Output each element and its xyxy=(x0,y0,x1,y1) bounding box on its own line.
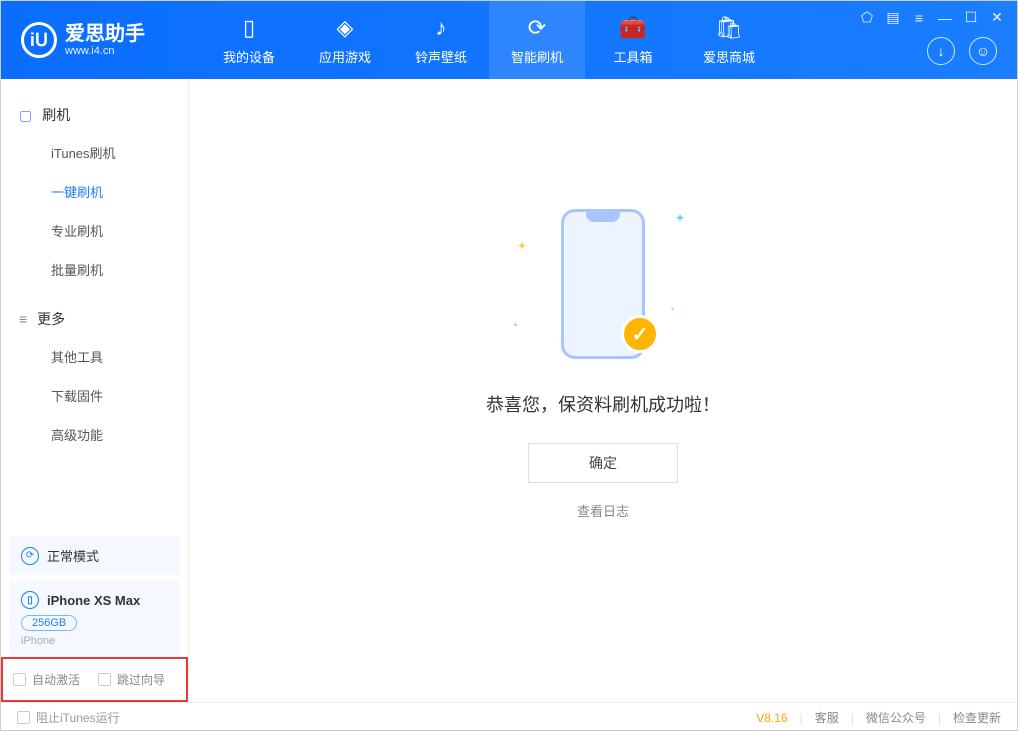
phone-icon: ▢ xyxy=(19,107,32,124)
menu-icon[interactable]: ≡ xyxy=(911,10,927,26)
footer-link-support[interactable]: 客服 xyxy=(815,709,839,726)
music-icon: ♪ xyxy=(436,15,447,41)
section-title: 更多 xyxy=(37,309,65,329)
view-log-link[interactable]: 查看日志 xyxy=(577,501,629,520)
tab-label: 我的设备 xyxy=(223,47,275,66)
sparkle-icon: ✦ xyxy=(513,322,518,329)
device-icon: ▯ xyxy=(243,15,255,41)
maximize-icon[interactable]: ☐ xyxy=(963,9,979,26)
cube-icon: ◈ xyxy=(337,15,354,41)
sidebar: ▢ 刷机 iTunes刷机 一键刷机 专业刷机 批量刷机 ≡ 更多 其他工具 下… xyxy=(1,79,189,702)
bag-icon: 🛍 xyxy=(715,15,743,41)
device-type: iPhone xyxy=(21,635,168,647)
sparkle-icon: ✦ xyxy=(517,239,527,253)
toolbox-icon: 🧰 xyxy=(619,15,646,41)
sidebar-bottom: ⟳ 正常模式 ▯ iPhone XS Max 256GB iPhone 自动激活 xyxy=(1,530,188,702)
sidebar-item-itunes-flash[interactable]: iTunes刷机 xyxy=(1,133,188,172)
checkbox-auto-activate[interactable]: 自动激活 xyxy=(13,671,80,688)
checkbox-label: 自动激活 xyxy=(32,671,80,688)
sidebar-item-batch-flash[interactable]: 批量刷机 xyxy=(1,250,188,289)
check-badge-icon: ✓ xyxy=(621,315,659,353)
main-content: ✓ ✦ ✦ ✦ ✦ 恭喜您，保资料刷机成功啦！ 确定 查看日志 xyxy=(189,79,1017,702)
checkbox-icon xyxy=(17,711,30,724)
checkbox-label: 跳过向导 xyxy=(117,671,165,688)
sidebar-item-download-firmware[interactable]: 下载固件 xyxy=(1,376,188,415)
footer-left-label: 阻止iTunes运行 xyxy=(36,709,120,726)
app-body: ▢ 刷机 iTunes刷机 一键刷机 专业刷机 批量刷机 ≡ 更多 其他工具 下… xyxy=(1,79,1017,702)
mode-icon: ⟳ xyxy=(21,547,39,565)
sidebar-item-oneclick-flash[interactable]: 一键刷机 xyxy=(1,172,188,211)
sparkle-icon: ✦ xyxy=(675,211,685,225)
footer-right: V8.16 | 客服 | 微信公众号 | 检查更新 xyxy=(756,709,1001,726)
window-controls: ⬠ ▤ ≡ — ☐ ✕ xyxy=(859,9,1005,26)
minimize-icon[interactable]: — xyxy=(937,10,953,26)
tab-label: 工具箱 xyxy=(613,47,652,66)
ok-button[interactable]: 确定 xyxy=(528,443,678,483)
sparkle-icon: ✦ xyxy=(670,306,675,313)
mode-label: 正常模式 xyxy=(47,546,99,565)
tab-smart-flash[interactable]: ⟳ 智能刷机 xyxy=(489,1,585,79)
highlighted-options-box: 自动激活 跳过向导 xyxy=(1,657,188,702)
notebook-icon[interactable]: ▤ xyxy=(885,9,901,26)
checkbox-block-itunes[interactable]: 阻止iTunes运行 xyxy=(17,709,120,726)
tab-toolbox[interactable]: 🧰 工具箱 xyxy=(585,1,681,79)
list-icon: ≡ xyxy=(19,311,27,327)
footer: 阻止iTunes运行 V8.16 | 客服 | 微信公众号 | 检查更新 xyxy=(1,702,1017,732)
logo-area: iꓴ 爱思助手 www.i4.cn xyxy=(1,22,201,58)
section-title: 刷机 xyxy=(42,105,70,125)
app-url: www.i4.cn xyxy=(65,45,145,57)
user-button[interactable]: ☺ xyxy=(969,37,997,65)
version-label: V8.16 xyxy=(756,711,787,725)
app-header: iꓴ 爱思助手 www.i4.cn ▯ 我的设备 ◈ 应用游戏 ♪ 铃声壁纸 ⟳ 智能刷… xyxy=(1,1,1017,79)
section-more[interactable]: ≡ 更多 xyxy=(1,301,188,337)
checkbox-icon xyxy=(13,673,26,686)
sidebar-item-pro-flash[interactable]: 专业刷机 xyxy=(1,211,188,250)
shirt-icon[interactable]: ⬠ xyxy=(859,9,875,26)
tab-label: 智能刷机 xyxy=(511,47,563,66)
tab-my-device[interactable]: ▯ 我的设备 xyxy=(201,1,297,79)
app-logo-icon: iꓴ xyxy=(21,22,57,58)
capacity-pill: 256GB xyxy=(21,615,77,631)
success-illustration: ✓ ✦ ✦ ✦ ✦ xyxy=(543,201,663,371)
main-nav-tabs: ▯ 我的设备 ◈ 应用游戏 ♪ 铃声壁纸 ⟳ 智能刷机 🧰 工具箱 🛍 爱思商城 xyxy=(201,1,777,79)
tab-label: 应用游戏 xyxy=(319,47,371,66)
device-box[interactable]: ▯ iPhone XS Max 256GB iPhone xyxy=(9,581,180,657)
header-actions: ↓ ☺ xyxy=(927,37,997,65)
tab-ringtone-wallpaper[interactable]: ♪ 铃声壁纸 xyxy=(393,1,489,79)
checkbox-icon xyxy=(98,673,111,686)
tab-label: 爱思商城 xyxy=(703,47,755,66)
download-button[interactable]: ↓ xyxy=(927,37,955,65)
mode-box[interactable]: ⟳ 正常模式 xyxy=(9,536,180,575)
tab-apps-games[interactable]: ◈ 应用游戏 xyxy=(297,1,393,79)
sidebar-item-advanced[interactable]: 高级功能 xyxy=(1,415,188,454)
tab-store[interactable]: 🛍 爱思商城 xyxy=(681,1,777,79)
refresh-icon: ⟳ xyxy=(528,15,546,41)
checkbox-skip-wizard[interactable]: 跳过向导 xyxy=(98,671,165,688)
close-icon[interactable]: ✕ xyxy=(989,9,1005,26)
footer-link-update[interactable]: 检查更新 xyxy=(953,709,1001,726)
device-name-label: iPhone XS Max xyxy=(47,593,140,608)
footer-link-wechat[interactable]: 微信公众号 xyxy=(866,709,926,726)
tab-label: 铃声壁纸 xyxy=(415,47,467,66)
section-flash[interactable]: ▢ 刷机 xyxy=(1,97,188,133)
device-phone-icon: ▯ xyxy=(21,591,39,609)
app-name: 爱思助手 xyxy=(65,23,145,45)
success-message: 恭喜您，保资料刷机成功啦！ xyxy=(486,391,720,417)
sidebar-item-other-tools[interactable]: 其他工具 xyxy=(1,337,188,376)
